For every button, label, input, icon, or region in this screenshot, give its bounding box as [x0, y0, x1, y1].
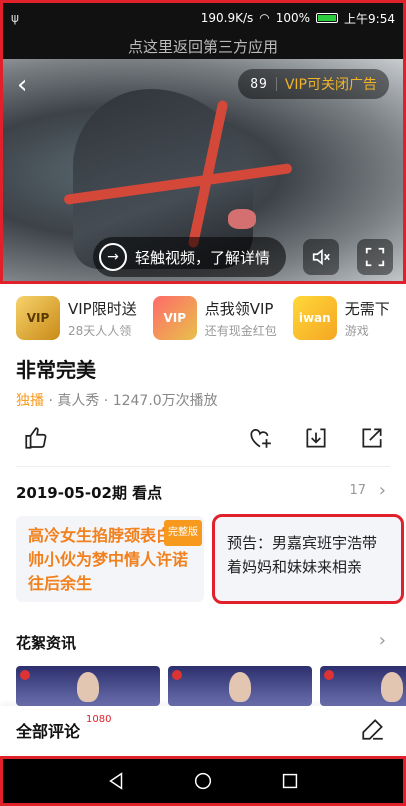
exclusive-badge: 独播	[16, 393, 44, 409]
divider	[16, 466, 390, 467]
like-button[interactable]	[22, 424, 50, 452]
usb-icon: ψ	[11, 11, 19, 25]
thumbs-up-icon	[25, 427, 47, 449]
back-arrow-icon[interactable]: ‹	[17, 71, 45, 99]
arrow-right-circle-icon: →	[99, 243, 127, 271]
share-icon	[362, 428, 382, 448]
promo-get-vip[interactable]: VIP 点我领VIP 还有现金红包	[152, 296, 277, 340]
square-recents-icon	[282, 773, 297, 789]
video-hold	[228, 209, 256, 229]
return-to-app-bar[interactable]: 点这里返回第三方应用	[3, 33, 403, 59]
ad-countdown: 89	[250, 76, 268, 92]
comments-count: 1080	[86, 714, 112, 725]
person-thumbnail	[381, 672, 403, 702]
person-thumbnail	[229, 672, 251, 702]
comments-bar: 全部评论 1080	[0, 706, 406, 754]
channel-logo-icon	[172, 670, 182, 680]
promo-title: VIP限时送	[68, 299, 137, 318]
promo-row: VIP VIP限时送 28天人人领 VIP 点我领VIP 还有现金红包 iwan…	[0, 290, 406, 346]
news-thumbnail[interactable]	[16, 666, 160, 706]
channel-logo-icon	[20, 670, 30, 680]
mute-button[interactable]	[303, 239, 339, 275]
heart-plus-icon	[250, 429, 271, 448]
episode-title: 2019-05-02期 看点	[16, 484, 163, 502]
person-thumbnail	[77, 672, 99, 702]
chevron-right-icon[interactable]: ›	[379, 630, 386, 651]
download-button[interactable]	[302, 424, 330, 452]
fullscreen-icon	[365, 247, 385, 267]
show-meta-text: · 真人秀 · 1247.0万次播放	[44, 393, 218, 409]
episode-count: 17	[349, 483, 366, 498]
download-icon	[306, 428, 326, 448]
clock: 上午9:54	[344, 11, 395, 26]
share-button[interactable]	[358, 424, 386, 452]
show-title: 非常完美	[16, 358, 96, 382]
news-thumbnail[interactable]	[168, 666, 312, 706]
highlight-card[interactable]: 高冷女生掐脖颈表白，帅小伙为梦中情人许诺往后余生 完整版	[16, 516, 204, 602]
battery-percent: 100%	[275, 11, 311, 25]
status-right: 190.9K/s ◠ 100% 上午9:54	[201, 10, 395, 27]
vip-close-ad-pill[interactable]: 89 VIP可关闭广告	[238, 69, 389, 99]
network-speed: 190.9K/s	[200, 11, 254, 25]
action-row	[0, 424, 406, 454]
vip-28-day-icon: VIP	[16, 296, 60, 340]
promo-title: 无需下	[344, 299, 390, 318]
preview-card-text: 预告：男嘉宾班宇浩带着妈妈和妹妹来相亲	[227, 534, 378, 576]
promo-vip-limited[interactable]: VIP VIP限时送 28天人人领	[16, 296, 137, 340]
full-version-badge: 完整版	[164, 520, 202, 546]
ad-detail-label: 轻触视频，了解详情	[135, 248, 271, 267]
iwan-game-icon: iwan	[292, 296, 337, 340]
nav-back-button[interactable]	[104, 769, 128, 793]
fullscreen-button[interactable]	[357, 239, 393, 275]
channel-logo-icon	[324, 670, 334, 680]
promo-game[interactable]: iwan 无需下 游戏	[292, 296, 390, 340]
ad-detail-cta[interactable]: → 轻触视频，了解详情	[93, 237, 287, 277]
nav-recents-button[interactable]	[278, 769, 302, 793]
vip-close-ad-label: VIP可关闭广告	[284, 77, 377, 93]
battery-icon	[316, 13, 339, 23]
video-section: ψ 190.9K/s ◠ 100% 上午9:54 点这里返回第三方应用 ‹ 89…	[0, 0, 406, 284]
nav-home-button[interactable]	[191, 769, 215, 793]
chevron-right-icon[interactable]: ›	[379, 480, 386, 501]
promo-subtitle: 还有现金红包	[204, 323, 277, 338]
news-thumbnails	[16, 666, 406, 706]
preview-card[interactable]: 预告：男嘉宾班宇浩带着妈妈和妹妹来相亲	[212, 514, 404, 604]
speaker-muted-icon	[312, 248, 330, 266]
comments-title: 全部评论	[16, 722, 81, 741]
news-section-title: 花絮资讯	[16, 634, 77, 652]
promo-subtitle: 游戏	[344, 323, 369, 338]
promo-title: 点我领VIP	[204, 299, 274, 318]
edit-pencil-icon[interactable]	[360, 716, 386, 742]
favorite-button[interactable]	[246, 424, 274, 452]
triangle-back-icon	[109, 772, 123, 790]
circle-home-icon	[194, 772, 212, 790]
vip-gift-icon: VIP	[152, 296, 197, 340]
wifi-icon: ◠	[259, 11, 270, 25]
promo-subtitle: 28天人人领	[68, 323, 132, 338]
system-nav-bar	[0, 756, 406, 806]
pill-divider	[275, 77, 277, 91]
news-thumbnail[interactable]	[320, 666, 406, 706]
show-meta: 独播 · 真人秀 · 1247.0万次播放	[16, 390, 218, 410]
status-bar: ψ 190.9K/s ◠ 100% 上午9:54	[3, 3, 403, 33]
